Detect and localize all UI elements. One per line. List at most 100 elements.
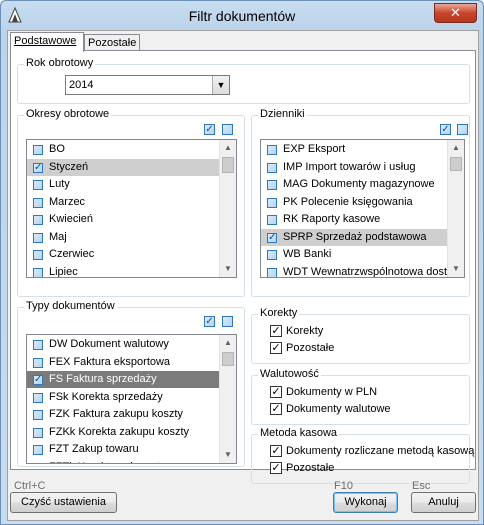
select-all-icon[interactable]: ✓ — [440, 124, 451, 135]
checkbox[interactable]: ✓ — [33, 162, 43, 173]
list-item[interactable]: FZK Faktura zakupu koszty — [27, 406, 236, 423]
scroll-down-icon[interactable]: ▼ — [220, 447, 236, 463]
clear-settings-button[interactable]: Czyść ustawienia — [10, 492, 117, 513]
run-shortcut-hint: F10 — [334, 480, 353, 492]
list-item-label: FSk Korekta sprzedaży — [49, 390, 163, 403]
checkbox[interactable] — [33, 410, 43, 420]
tab-podstawowe[interactable]: Podstawowe — [10, 32, 84, 52]
list-item[interactable]: Lipiec — [27, 264, 236, 277]
checkbox[interactable]: ✓ — [270, 342, 282, 354]
checkbox[interactable] — [33, 145, 43, 155]
list-item[interactable]: Maj — [27, 229, 236, 246]
list-item[interactable]: ✓ Styczeń — [27, 158, 236, 176]
scroll-up-icon[interactable]: ▲ — [448, 140, 464, 156]
scroll-down-icon[interactable]: ▼ — [220, 261, 236, 277]
checkbox[interactable] — [267, 250, 277, 260]
list-item[interactable]: Kwiecień — [27, 211, 236, 228]
run-button[interactable]: Wykonaj — [333, 492, 398, 513]
scrollbar[interactable]: ▲ ▼ — [447, 140, 464, 277]
list-item-label: WDT Wewnatrzwspólnotowa dosta — [283, 265, 454, 278]
checkbox[interactable]: ✓ — [270, 403, 282, 415]
scroll-thumb[interactable] — [222, 352, 234, 366]
list-item[interactable]: Luty — [27, 176, 236, 193]
checkbox[interactable] — [267, 145, 277, 155]
rok-obrotowy-select[interactable]: 2014 ▼ — [65, 75, 230, 95]
list-item-label: PK Polecenie księgowania — [283, 195, 413, 208]
list-item-label: IMP Import towarów i usług — [283, 160, 416, 173]
checkbox[interactable] — [33, 215, 43, 225]
list-item[interactable]: ✓ FS Faktura sprzedaży — [27, 371, 236, 388]
checkbox[interactable] — [33, 250, 43, 260]
title-bar: Filtr dokumentów ✕ — [1, 1, 483, 31]
list-item[interactable]: PK Polecenie księgowania — [261, 194, 464, 211]
checkbox-label: Pozostałe — [286, 462, 335, 474]
list-item[interactable]: MAG Dokumenty magazynowe — [261, 176, 464, 193]
checkbox[interactable] — [267, 215, 277, 225]
checkbox[interactable] — [267, 197, 277, 208]
list-item[interactable]: FEX Faktura eksportowa — [27, 354, 236, 371]
list-item[interactable]: BO — [27, 141, 236, 158]
scrollbar[interactable]: ▲ ▼ — [219, 335, 236, 463]
checkbox[interactable]: ✓ — [270, 462, 282, 474]
checkbox[interactable]: ✓ — [270, 445, 282, 457]
scroll-down-icon[interactable]: ▼ — [448, 261, 464, 277]
list-item-label: FZKk Korekta zakupu koszty — [49, 425, 189, 438]
list-item[interactable]: FSk Korekta sprzedaży — [27, 389, 236, 406]
checkbox[interactable] — [33, 357, 43, 368]
scroll-up-icon[interactable]: ▲ — [220, 335, 236, 351]
group-title: Dzienniki — [258, 108, 307, 120]
checkbox[interactable] — [33, 232, 43, 243]
checkbox[interactable] — [33, 462, 43, 463]
list-item[interactable]: FZKk Korekta zakupu koszty — [27, 424, 236, 441]
list-item[interactable]: RK Raporty kasowe — [261, 211, 464, 228]
select-all-icon[interactable]: ✓ — [204, 316, 215, 327]
list-item-label: DW Dokument walutowy — [49, 338, 169, 350]
cancel-shortcut-hint: Esc — [412, 480, 431, 492]
list-item[interactable]: WDT Wewnatrzwspólnotowa dosta — [261, 264, 464, 278]
group-title: Typy dokumentów — [24, 300, 117, 312]
scrollbar[interactable]: ▲ ▼ — [219, 140, 236, 277]
checkbox[interactable] — [267, 267, 277, 277]
cancel-button[interactable]: Anuluj — [411, 492, 476, 513]
scroll-thumb[interactable] — [450, 157, 462, 171]
checkbox[interactable] — [33, 340, 43, 350]
chevron-down-icon[interactable]: ▼ — [212, 76, 229, 94]
checkbox[interactable] — [33, 180, 43, 190]
deselect-all-icon[interactable] — [222, 316, 233, 327]
list-item[interactable]: WB Banki — [261, 246, 464, 263]
group-title: Korekty — [258, 307, 300, 319]
checkbox[interactable] — [33, 197, 43, 208]
checkbox[interactable] — [33, 427, 43, 438]
list-item[interactable]: FZTk Korekta zakupu towaru — [27, 459, 236, 464]
checkbox-label: Pozostałe — [286, 342, 335, 354]
checkbox[interactable] — [33, 445, 43, 455]
list-item[interactable]: DW Dokument walutowy — [27, 336, 236, 353]
close-button[interactable]: ✕ — [434, 3, 477, 23]
scroll-up-icon[interactable]: ▲ — [220, 140, 236, 156]
button-label: Wykonaj — [344, 496, 387, 508]
list-item[interactable]: FZT Zakup towaru — [27, 441, 236, 458]
list-item[interactable]: Marzec — [27, 194, 236, 211]
select-all-icon[interactable]: ✓ — [204, 124, 215, 135]
checkbox[interactable]: ✓ — [33, 375, 43, 385]
deselect-all-icon[interactable] — [222, 124, 233, 135]
list-item[interactable]: ✓ SPRP Sprzedaż podstawowa — [261, 228, 464, 246]
list-item-label: WB Banki — [283, 248, 332, 260]
list-item-label: FEX Faktura eksportowa — [49, 355, 171, 368]
checkbox[interactable] — [267, 162, 277, 173]
checkbox[interactable] — [267, 180, 277, 190]
checkbox[interactable] — [33, 267, 43, 277]
tab-pozostale[interactable]: Pozostałe — [84, 34, 140, 51]
list-item[interactable]: Czerwiec — [27, 246, 236, 263]
checkbox[interactable]: ✓ — [267, 232, 277, 243]
checkbox[interactable]: ✓ — [270, 325, 282, 337]
checkbox[interactable]: ✓ — [270, 386, 282, 398]
select-value: 2014 — [69, 79, 94, 91]
list-item[interactable]: EXP Eksport — [261, 141, 464, 158]
list-item-label: SPRP Sprzedaż podstawowa — [283, 230, 427, 243]
scroll-thumb[interactable] — [222, 157, 234, 173]
checkbox[interactable] — [33, 392, 43, 403]
list-item[interactable]: IMP Import towarów i usług — [261, 159, 464, 176]
deselect-all-icon[interactable] — [457, 124, 468, 135]
list-item-label: FZTk Korekta zakupu towaru — [49, 461, 190, 464]
